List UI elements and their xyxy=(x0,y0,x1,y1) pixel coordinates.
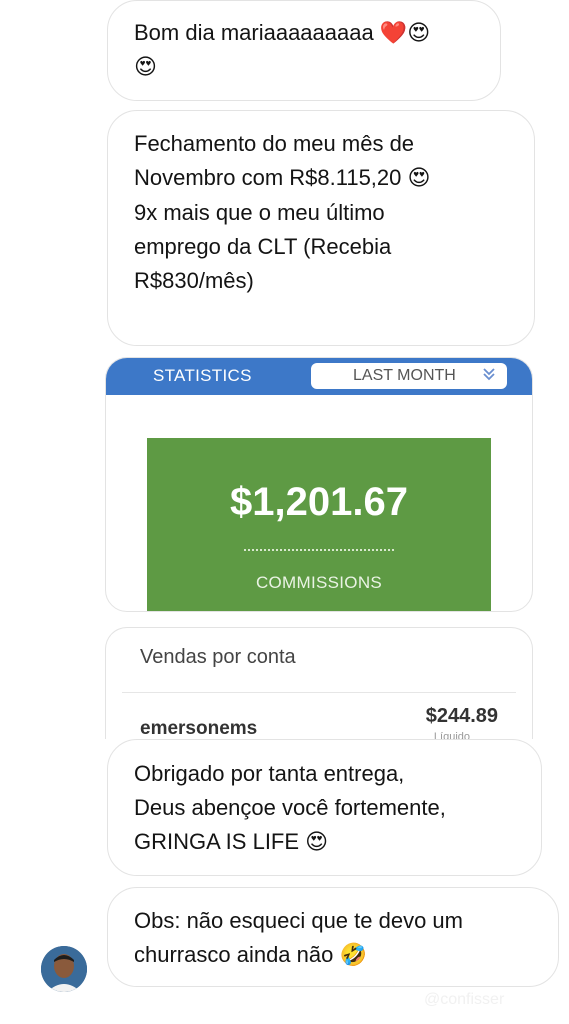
tab-statistics[interactable]: STATISTICS xyxy=(153,366,252,386)
sales-title: Vendas por conta xyxy=(140,646,296,668)
smiling-heart-eyes-emoji-icon: 😍 xyxy=(134,55,157,80)
message-text: GRINGA IS LIFE 😍 xyxy=(134,829,329,855)
commissions-panel: $1,201.67 COMMISSIONS xyxy=(147,438,491,611)
sales-account-name: emersonems xyxy=(140,718,258,739)
message-bubble-thanks: Obrigado por tanta entrega, Deus abençoe… xyxy=(107,739,542,876)
message-text: Fechamento do meu mês de xyxy=(134,131,415,156)
chevron-double-down-icon xyxy=(483,368,495,381)
message-text: churrasco ainda não 🤣 xyxy=(134,942,367,968)
message-text: 9x mais que o meu último xyxy=(134,200,385,225)
message-text: Deus abençoe você fortemente, xyxy=(134,795,446,820)
divider xyxy=(122,692,516,693)
divider xyxy=(244,549,394,551)
smiling-heart-eyes-emoji-icon: 😍 xyxy=(407,166,431,191)
message-text: emprego da CLT (Recebia xyxy=(134,234,392,259)
message-text: Bom dia mariaaaaaaaaa ❤️😍 xyxy=(134,20,431,46)
smiling-heart-eyes-emoji-icon: 😍 xyxy=(305,830,329,855)
message-bubble-barbecue: Obs: não esqueci que te devo um churrasc… xyxy=(107,887,559,987)
rolling-laughing-emoji-icon: 🤣 xyxy=(339,943,367,968)
sales-account-amount: $244.89 xyxy=(425,705,498,727)
watermark: @confisser xyxy=(424,991,505,1008)
message-text: Obrigado por tanta entrega, xyxy=(134,761,405,786)
person-icon xyxy=(41,946,87,992)
statistics-header: STATISTICS LAST MONTH xyxy=(106,358,532,395)
statistics-screenshot: STATISTICS LAST MONTH $1,201.67 COMMISSI… xyxy=(105,357,533,612)
message-text: Obs: não esqueci que te devo um xyxy=(134,908,463,933)
message-text: R$830/mês) xyxy=(134,268,254,293)
heart-emoji-icon: ❤️😍 xyxy=(379,21,431,46)
avatar[interactable] xyxy=(41,946,87,992)
message-bubble-greeting: Bom dia mariaaaaaaaaa ❤️😍 😍 xyxy=(107,0,501,101)
message-text: Novembro com R$8.115,20 😍 xyxy=(134,165,431,191)
period-select[interactable]: LAST MONTH xyxy=(311,363,507,389)
commission-label: COMMISSIONS xyxy=(255,573,383,592)
period-select-label: LAST MONTH xyxy=(353,367,456,384)
sales-by-account-screenshot: Vendas por conta emersonems $244.89 Líqu… xyxy=(105,627,533,739)
commission-value: $1,201.67 xyxy=(230,480,408,524)
message-bubble-monthly-result: Fechamento do meu mês de Novembro com R$… xyxy=(107,110,535,346)
sales-account-subtext: Líquido xyxy=(433,731,470,739)
